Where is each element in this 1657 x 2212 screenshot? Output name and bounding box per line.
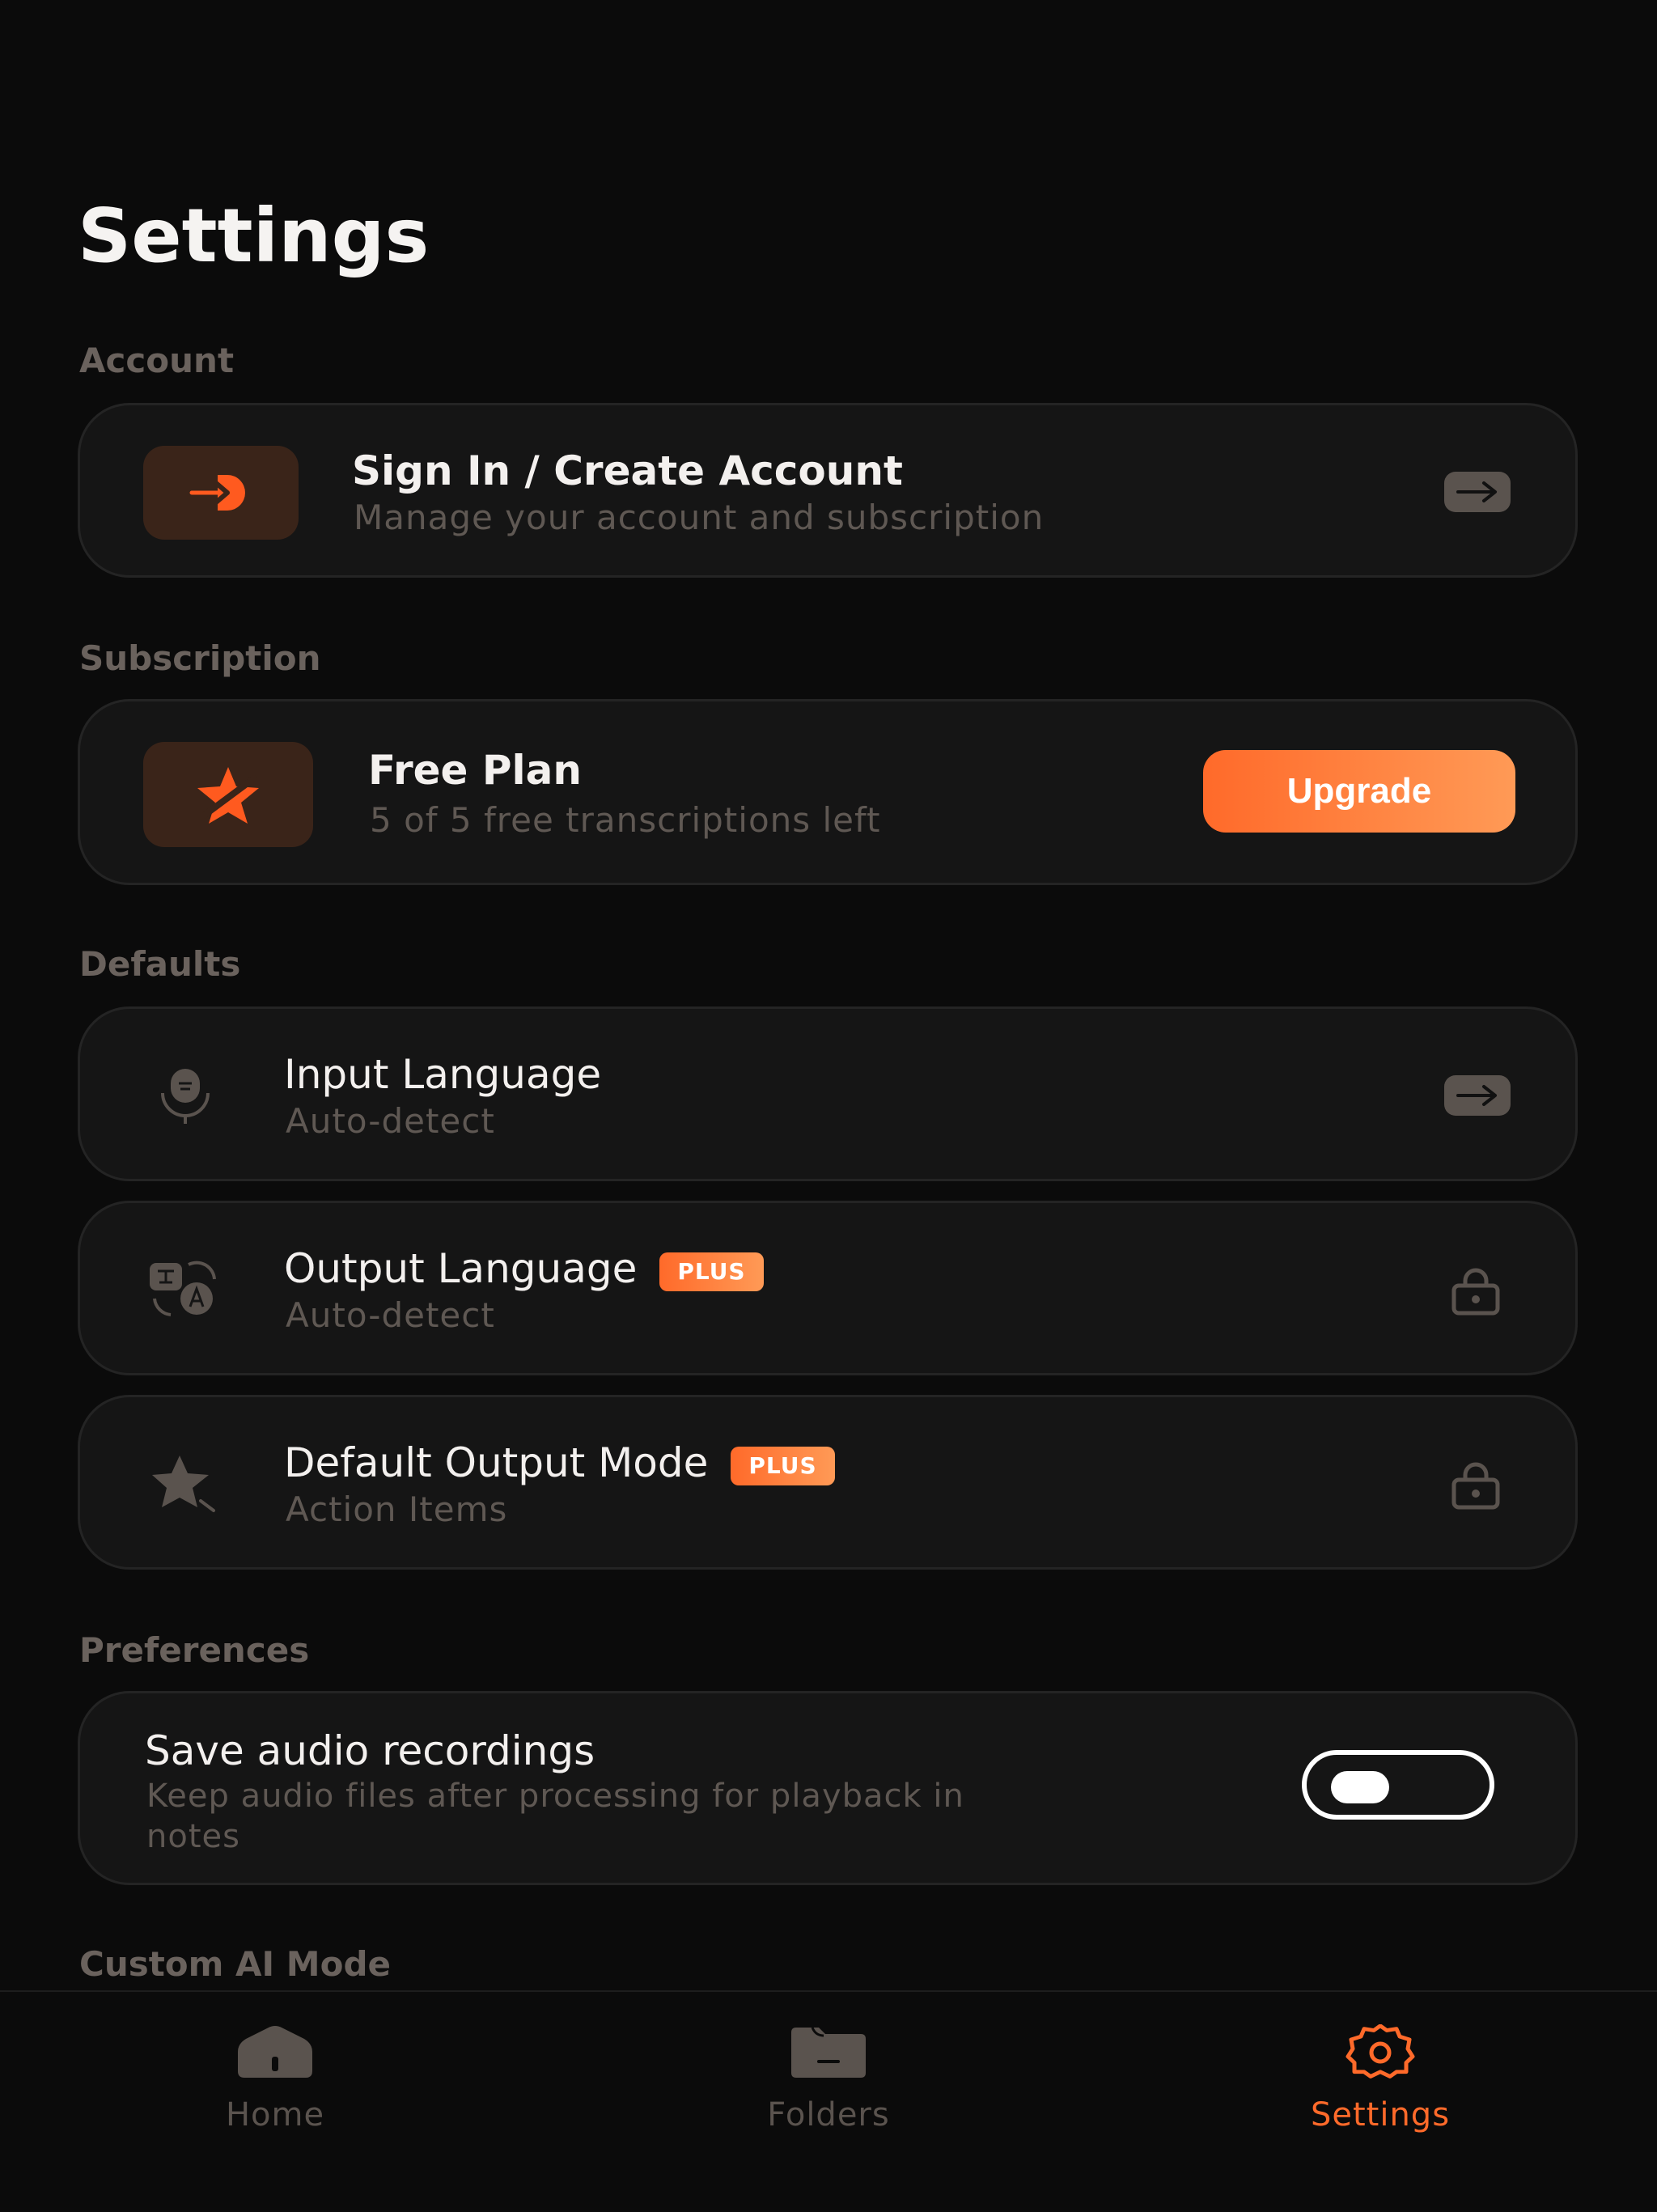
save-audio-toggle[interactable] — [1302, 1750, 1494, 1820]
tab-settings[interactable]: Settings — [1218, 2016, 1542, 2136]
save-audio-subtitle-line1: Keep audio files after processing for pl… — [146, 1778, 964, 1815]
section-label-custom-ai: Custom AI Mode — [79, 1944, 391, 1984]
star-off-icon — [143, 742, 313, 847]
input-language-value: Auto-detect — [286, 1101, 495, 1141]
sign-in-subtitle: Manage your account and subscription — [354, 498, 1045, 537]
sign-in-title: Sign In / Create Account — [352, 447, 903, 494]
output-mode-value: Action Items — [286, 1489, 508, 1529]
plan-card: Free Plan 5 of 5 free transcriptions lef… — [78, 699, 1578, 885]
plus-badge: PLUS — [659, 1252, 764, 1291]
section-label-subscription: Subscription — [79, 638, 321, 678]
input-language-title: Input Language — [284, 1051, 602, 1098]
output-mode-row[interactable]: Default Output Mode PLUS Action Items — [78, 1395, 1578, 1570]
tab-bar: Home Folders Settings — [0, 1990, 1657, 2212]
output-language-value: Auto-detect — [286, 1295, 495, 1335]
save-audio-row: Save audio recordings Keep audio files a… — [78, 1691, 1578, 1885]
lock-icon — [1449, 1462, 1502, 1514]
plan-title: Free Plan — [368, 747, 582, 794]
section-label-defaults: Defaults — [79, 944, 241, 984]
toggle-knob — [1331, 1771, 1389, 1803]
arrow-right-icon — [1444, 1075, 1511, 1116]
upgrade-button[interactable]: Upgrade — [1203, 750, 1515, 833]
input-language-row[interactable]: Input Language Auto-detect — [78, 1006, 1578, 1181]
sparkle-star-icon — [146, 1444, 224, 1522]
tab-folders[interactable]: Folders — [667, 2016, 990, 2136]
plan-subtitle: 5 of 5 free transcriptions left — [370, 800, 881, 840]
page-title: Settings — [78, 193, 430, 279]
tab-folders-label: Folders — [767, 2096, 890, 2134]
folder-icon — [667, 2016, 990, 2089]
output-language-title: Output Language PLUS — [284, 1244, 764, 1294]
output-mode-title-text: Default Output Mode — [284, 1439, 709, 1486]
plus-badge: PLUS — [731, 1446, 835, 1485]
sign-in-card[interactable]: Sign In / Create Account Manage your acc… — [78, 403, 1578, 578]
output-language-title-text: Output Language — [284, 1245, 638, 1292]
output-language-row[interactable]: Output Language PLUS Auto-detect — [78, 1201, 1578, 1375]
arrow-right-icon — [1444, 472, 1511, 512]
section-label-account: Account — [79, 341, 235, 380]
lock-icon — [1449, 1268, 1502, 1320]
output-mode-title: Default Output Mode PLUS — [284, 1438, 835, 1488]
microphone-icon — [146, 1056, 224, 1134]
tab-settings-label: Settings — [1310, 2096, 1451, 2134]
translate-icon — [146, 1250, 224, 1328]
sign-in-icon — [143, 446, 299, 540]
save-audio-subtitle-line2: notes — [146, 1818, 240, 1855]
tab-home[interactable]: Home — [113, 2016, 437, 2136]
tab-home-label: Home — [225, 2096, 325, 2134]
home-icon — [113, 2016, 437, 2089]
gear-icon — [1218, 2016, 1542, 2089]
section-label-preferences: Preferences — [79, 1630, 310, 1670]
save-audio-title: Save audio recordings — [145, 1727, 595, 1774]
